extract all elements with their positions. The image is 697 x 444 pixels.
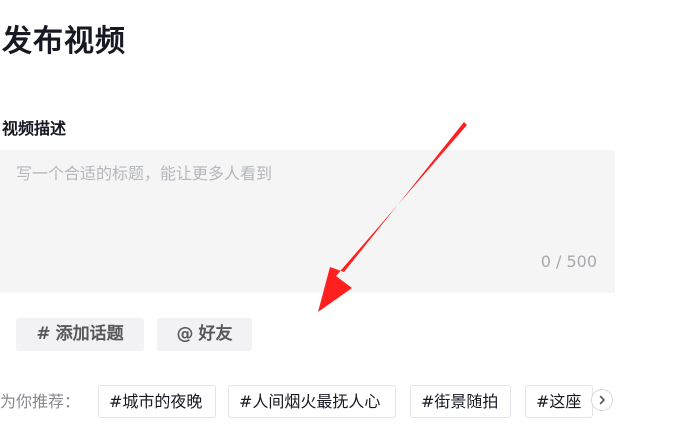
add-topic-button[interactable]: # 添加话题 bbox=[16, 318, 144, 351]
page-title: 发布视频 bbox=[2, 24, 126, 59]
video-description-label: 视频描述 bbox=[2, 119, 67, 138]
description-box: 0 / 500 bbox=[0, 150, 615, 293]
mention-friend-button[interactable]: @ 好友 bbox=[157, 318, 252, 351]
chevron-right-icon bbox=[599, 395, 605, 405]
recommended-tag[interactable]: #这座 bbox=[525, 385, 593, 418]
at-icon: @ bbox=[176, 324, 194, 344]
mention-friend-label: 好友 bbox=[198, 324, 233, 344]
publish-video-page: 发布视频 视频描述 0 / 500 #添加话题 @好友 为你推荐： #城市的夜晚… bbox=[0, 0, 697, 444]
add-topic-label: 添加话题 bbox=[55, 324, 124, 344]
hash-icon: # bbox=[36, 324, 51, 344]
recommended-tag[interactable]: #城市的夜晚 bbox=[98, 385, 216, 418]
recommend-label: 为你推荐： bbox=[0, 392, 81, 411]
tags-scroll-next-button[interactable] bbox=[591, 389, 613, 411]
description-input[interactable] bbox=[16, 162, 596, 242]
recommended-tag[interactable]: #街景随拍 bbox=[410, 385, 511, 418]
recommended-tag[interactable]: #人间烟火最抚人心 bbox=[228, 385, 396, 418]
char-counter: 0 / 500 bbox=[540, 252, 597, 271]
